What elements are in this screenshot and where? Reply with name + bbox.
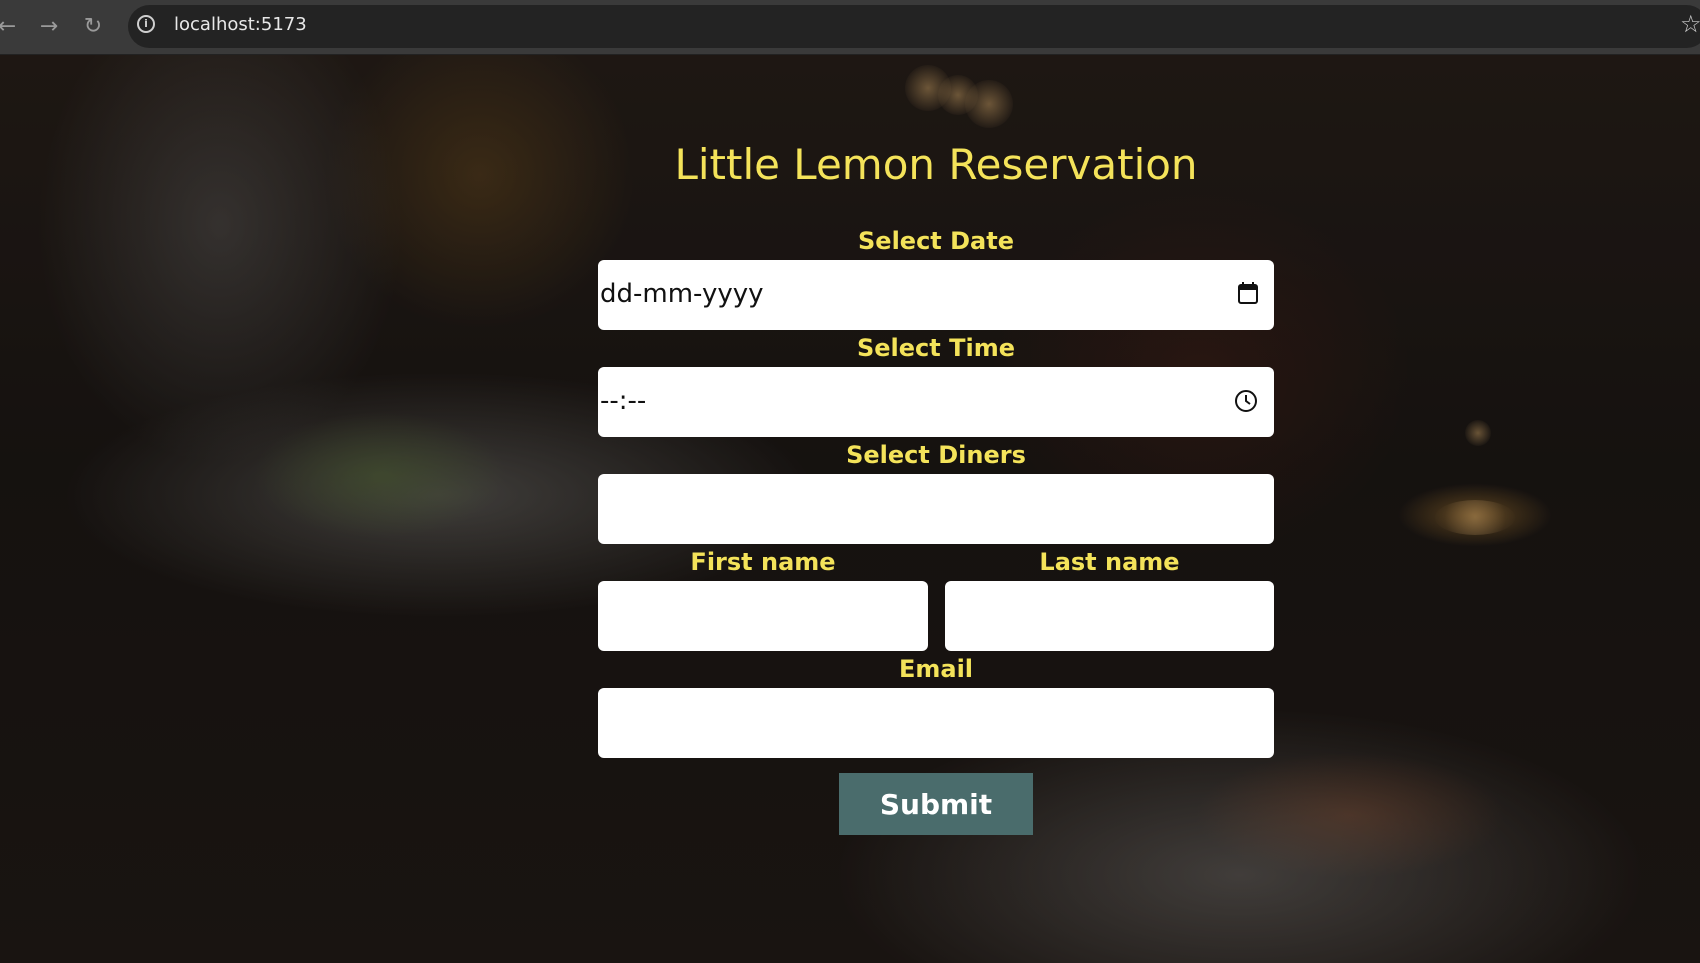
- clock-icon[interactable]: [1234, 389, 1258, 413]
- page-title: Little Lemon Reservation: [674, 140, 1198, 189]
- reload-icon[interactable]: ↻: [78, 12, 108, 42]
- browser-toolbar: ← → ↻ i localhost:5173 ☆: [0, 0, 1700, 55]
- time-label: Select Time: [856, 334, 1015, 362]
- email-label: Email: [898, 655, 974, 683]
- date-label: Select Date: [858, 227, 1014, 255]
- time-field[interactable]: --:--: [598, 367, 1274, 437]
- arrow-left-icon[interactable]: ←: [0, 12, 22, 42]
- info-icon[interactable]: i: [137, 15, 155, 33]
- date-placeholder: dd-mm-yyyy: [600, 279, 764, 309]
- date-field[interactable]: dd-mm-yyyy: [598, 260, 1274, 330]
- submit-button[interactable]: Submit: [839, 773, 1033, 835]
- page-viewport: Little Lemon Reservation Select Date dd-…: [0, 55, 1700, 963]
- arrow-right-icon[interactable]: →: [34, 12, 64, 42]
- last-name-field[interactable]: [945, 581, 1274, 651]
- first-name-field[interactable]: [598, 581, 928, 651]
- diners-field[interactable]: [598, 474, 1274, 544]
- email-field[interactable]: [598, 688, 1274, 758]
- diners-label: Select Diners: [846, 441, 1026, 469]
- url-text[interactable]: localhost:5173: [174, 14, 307, 35]
- time-placeholder: --:--: [600, 386, 647, 416]
- first-name-label: First name: [690, 548, 836, 576]
- address-bar[interactable]: [128, 5, 1700, 48]
- star-icon[interactable]: ☆: [1680, 10, 1700, 38]
- last-name-label: Last name: [1039, 548, 1180, 576]
- calendar-icon[interactable]: [1238, 282, 1258, 304]
